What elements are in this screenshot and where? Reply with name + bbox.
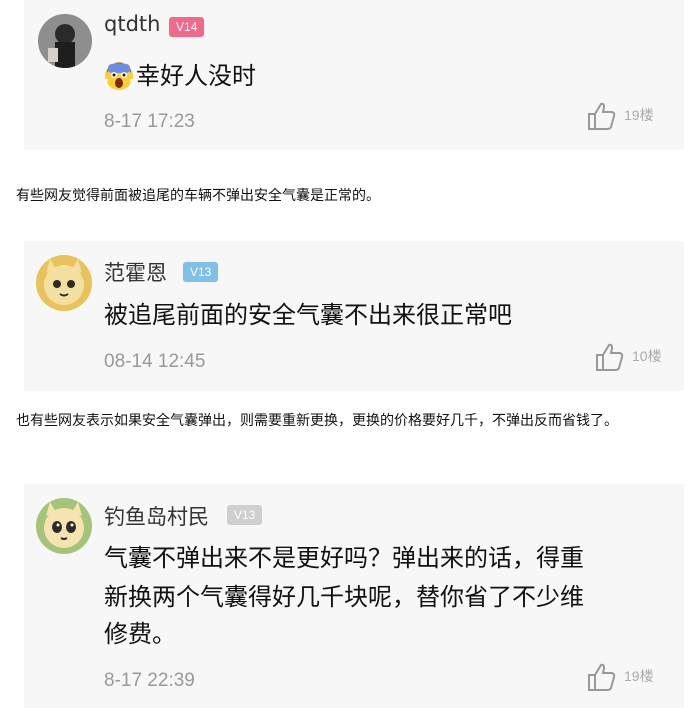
timestamp: 08-14 12:45 (104, 351, 206, 372)
narration-text: 也有些网友表示如果安全气囊弹出，则需要重新更换，更换的价格要好几千，不弹出反而省… (16, 413, 618, 429)
comment-card: qtdth V14 幸好人没时 8-17 17:23 19楼 (24, 0, 684, 150)
comment-text: 幸好人没时 (136, 62, 256, 90)
comment-card: 范霍恩 V13 被追尾前面的安全气囊不出来很正常吧 08-14 12:45 10… (24, 241, 684, 391)
floor-label: 19楼 (624, 107, 654, 123)
username[interactable]: 范霍恩 (104, 257, 167, 287)
username[interactable]: qtdth (104, 12, 160, 36)
like-button[interactable]: 10楼 (594, 342, 674, 372)
floor-label: 10楼 (632, 348, 662, 364)
thumbs-up-icon (596, 343, 624, 371)
level-badge: V13 (183, 262, 219, 282)
like-button[interactable]: 19楼 (586, 662, 666, 692)
avatar[interactable] (36, 498, 92, 554)
level-badge: V14 (169, 17, 205, 37)
avatar[interactable] (38, 14, 92, 68)
comment-text: 被追尾前面的安全气囊不出来很正常吧 (104, 301, 512, 329)
level-badge: V13 (227, 505, 263, 525)
comment-card: 钓鱼岛村民 V13 气囊不弹出来不是更好吗？弹出来的话，得重 新换两个气囊得好几… (24, 484, 684, 708)
timestamp: 8-17 22:39 (104, 670, 195, 691)
comment-text-line: 修费。 (104, 620, 176, 648)
comment-text-line: 新换两个气囊得好几千块呢，替你省了不少维 (104, 583, 584, 611)
fearful-face-icon (104, 61, 134, 91)
username[interactable]: 钓鱼岛村民 (104, 501, 209, 531)
thumbs-up-icon (588, 663, 616, 691)
like-button[interactable]: 19楼 (586, 101, 666, 131)
timestamp: 8-17 17:23 (104, 111, 195, 132)
narration-text: 有些网友觉得前面被追尾的车辆不弹出安全气囊是正常的。 (16, 188, 380, 204)
thumbs-up-icon (588, 102, 616, 130)
floor-label: 19楼 (624, 668, 654, 684)
comment-text-line: 气囊不弹出来不是更好吗？弹出来的话，得重 (104, 544, 584, 572)
avatar[interactable] (36, 255, 92, 311)
